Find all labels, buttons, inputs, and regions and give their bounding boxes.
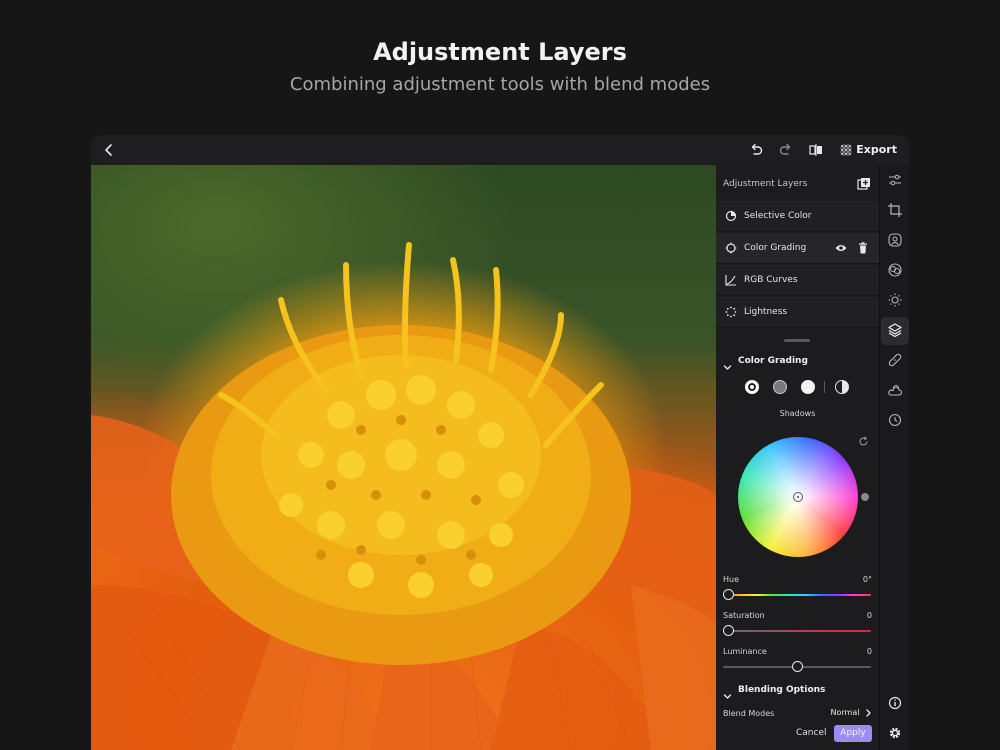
hue-value: 0°: [862, 575, 872, 584]
highlights-mode-dot[interactable]: [801, 380, 815, 394]
export-button[interactable]: Export: [856, 143, 897, 156]
back-icon[interactable]: [101, 142, 117, 158]
layer-label: Lightness: [744, 307, 788, 317]
curves-icon: [725, 274, 737, 286]
hue-label: Hue: [723, 575, 740, 584]
chevron-right-icon: [866, 708, 871, 717]
chevron-down-icon[interactable]: [723, 357, 732, 370]
effects-icon[interactable]: [887, 262, 903, 278]
delete-layer-icon[interactable]: [858, 242, 868, 254]
weather-icon[interactable]: [887, 382, 903, 398]
portrait-icon[interactable]: [887, 232, 903, 248]
visibility-eye-icon[interactable]: [835, 243, 847, 253]
compare-icon[interactable]: [808, 142, 824, 158]
panel-drag-handle[interactable]: [784, 339, 810, 342]
wheel-mode-label: Shadows: [779, 409, 816, 418]
layers-icon[interactable]: [887, 322, 903, 338]
info-icon[interactable]: [887, 695, 903, 711]
blend-mode-select[interactable]: Normal: [831, 708, 873, 717]
blend-modes-label: Blend Modes: [723, 709, 775, 718]
reset-icon[interactable]: [858, 432, 869, 446]
mode-divider: [824, 381, 825, 393]
global-mode-dot[interactable]: [835, 380, 849, 394]
selective-color-icon: [725, 210, 737, 222]
luminance-slider-thumb[interactable]: [791, 661, 803, 672]
layer-selective-color[interactable]: Selective Color: [716, 201, 879, 232]
hue-slider-thumb[interactable]: [723, 589, 734, 600]
layer-label: RGB Curves: [744, 275, 798, 285]
light-icon[interactable]: [887, 292, 903, 308]
healing-icon[interactable]: [887, 352, 903, 368]
blend-mode-value: Normal: [830, 708, 860, 717]
undo-icon[interactable]: [748, 142, 764, 158]
layer-lightness[interactable]: Lightness: [716, 297, 879, 328]
history-icon[interactable]: [887, 412, 903, 428]
lightness-icon: [725, 306, 737, 318]
adjustment-panel: Adjustment Layers Selective Color Color …: [716, 165, 879, 750]
add-layer-icon[interactable]: [857, 176, 871, 190]
hero-title: Adjustment Layers: [373, 38, 627, 66]
color-wheel-handle[interactable]: [793, 492, 803, 502]
layer-label: Color Grading: [744, 243, 807, 253]
layer-label: Selective Color: [744, 211, 812, 221]
blending-section-title: Blending Options: [738, 685, 826, 695]
layer-color-grading[interactable]: Color Grading: [716, 233, 879, 264]
color-grading-section-title: Color Grading: [738, 356, 808, 366]
hue-slider-track[interactable]: [723, 594, 871, 596]
panel-title: Adjustment Layers: [723, 179, 808, 189]
saturation-slider-thumb[interactable]: [723, 625, 734, 636]
saturation-slider-track[interactable]: [723, 630, 871, 632]
settings-icon[interactable]: [887, 725, 903, 741]
grid-icon[interactable]: [838, 142, 854, 158]
top-toolbar: Export: [91, 135, 909, 165]
wheel-luminance-knob[interactable]: [861, 493, 869, 501]
saturation-value: 0: [866, 611, 872, 620]
sliders-icon[interactable]: [887, 172, 903, 188]
chevron-down-icon[interactable]: [723, 686, 732, 699]
photo-canvas[interactable]: [91, 165, 716, 750]
redo-icon[interactable]: [778, 142, 794, 158]
shadows-mode-dot[interactable]: [745, 380, 759, 394]
midtones-mode-dot[interactable]: [773, 380, 787, 394]
crop-icon[interactable]: [887, 202, 903, 218]
luminance-label: Luminance: [723, 647, 767, 656]
layer-rgb-curves[interactable]: RGB Curves: [716, 265, 879, 296]
apply-button[interactable]: Apply: [834, 725, 872, 742]
app-window: Export Adjustment Layers Selective Color…: [91, 135, 909, 750]
color-grading-icon: [725, 242, 737, 254]
luminance-value: 0: [866, 647, 872, 656]
hero-subtitle: Combining adjustment tools with blend mo…: [289, 74, 711, 95]
tool-rail: [879, 165, 909, 750]
saturation-label: Saturation: [723, 611, 765, 620]
cancel-button[interactable]: Cancel: [796, 728, 827, 738]
